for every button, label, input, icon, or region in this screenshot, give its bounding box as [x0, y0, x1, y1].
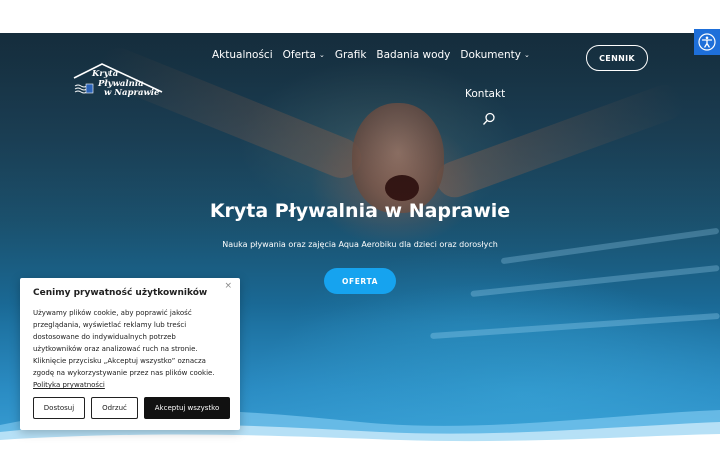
customize-button[interactable]: Dostosuj: [33, 397, 85, 419]
cookie-buttons: Dostosuj Odrzuć Akceptuj wszystko: [33, 397, 230, 419]
nav-item-dokumenty[interactable]: Dokumenty ⌄: [460, 49, 529, 61]
nav-item-oferta[interactable]: Oferta ⌄: [283, 49, 325, 61]
site-logo[interactable]: Kryta Pływalnia w Naprawie: [72, 62, 164, 102]
accessibility-icon: [698, 33, 716, 51]
nav-item-label: Aktualności: [212, 49, 273, 61]
logo-text-line1: Kryta: [92, 69, 119, 79]
cookie-title: Cenimy prywatność użytkowników: [33, 288, 208, 298]
nav-item-badania-wody[interactable]: Badania wody: [376, 49, 450, 61]
accept-all-button[interactable]: Akceptuj wszystko: [144, 397, 230, 419]
cookie-description: Używamy plików cookie, aby poprawić jako…: [33, 309, 215, 377]
cookie-consent-banner: × Cenimy prywatność użytkowników Używamy…: [20, 278, 240, 430]
chevron-down-icon: ⌄: [524, 51, 530, 59]
privacy-policy-link[interactable]: Polityka prywatności: [33, 381, 105, 389]
search-icon[interactable]: [482, 112, 496, 126]
page: Kryta Pływalnia w Naprawie Aktualności O…: [0, 0, 720, 450]
nav-item-label: Grafik: [334, 49, 367, 61]
logo-text-line3: w Naprawie: [104, 88, 160, 98]
nav-item-aktualnosci[interactable]: Aktualności: [212, 49, 273, 61]
reject-button[interactable]: Odrzuć: [91, 397, 138, 419]
accessibility-button[interactable]: [694, 29, 720, 55]
nav-item-label: Oferta: [282, 49, 316, 61]
nav-item-label: Dokumenty: [460, 49, 521, 61]
nav-item-grafik[interactable]: Grafik: [335, 49, 367, 61]
nav-item-label: Badania wody: [376, 49, 451, 61]
main-nav: Aktualności Oferta ⌄ Grafik Badania wody…: [212, 49, 530, 61]
cookie-text: Używamy plików cookie, aby poprawić jako…: [33, 307, 227, 391]
hero-subtitle: Nauka pływania oraz zajęcia Aqua Aerobik…: [222, 240, 498, 249]
close-icon[interactable]: ×: [224, 281, 232, 291]
oferta-button[interactable]: OFERTA: [324, 268, 396, 294]
chevron-down-icon: ⌄: [318, 51, 325, 59]
hero-title: Kryta Pływalnia w Naprawie: [209, 200, 511, 222]
cennik-button[interactable]: CENNIK: [586, 45, 648, 71]
nav-item-kontakt[interactable]: Kontakt: [465, 88, 505, 100]
